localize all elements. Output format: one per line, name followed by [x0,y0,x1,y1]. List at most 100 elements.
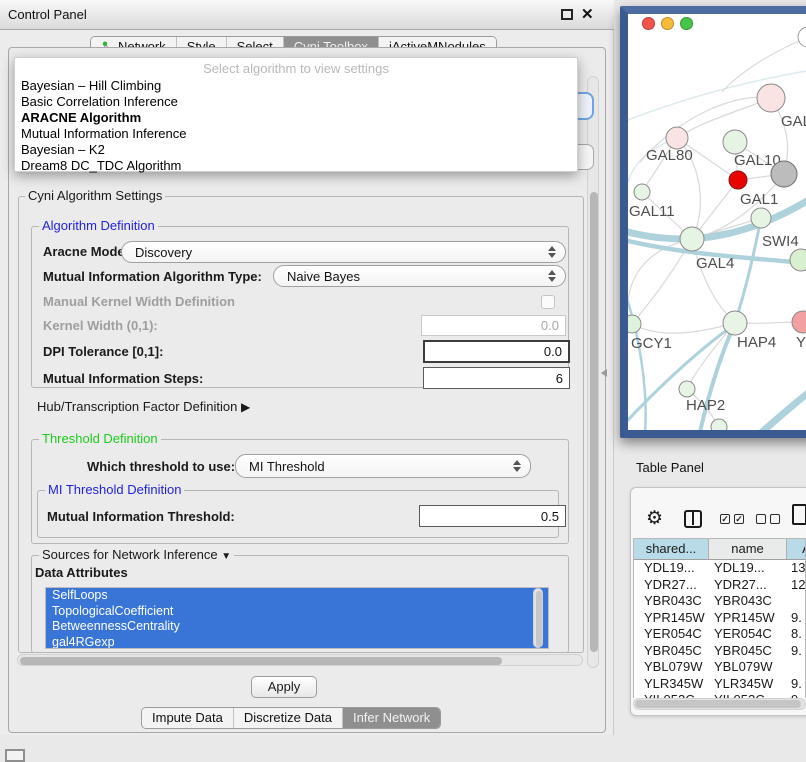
hub-definition-label: Hub/Transcription Factor Definition [37,399,237,414]
tab-discretize-data[interactable]: Discretize Data [233,708,342,728]
panel-splitter-handle[interactable] [601,369,607,377]
table-scrollbar-thumb[interactable] [635,700,801,708]
settings-gear-icon[interactable]: ⚙ [646,508,663,530]
network-node-gal1[interactable] [751,208,771,228]
cell[interactable]: 13 [787,560,805,577]
column-header-name[interactable]: name [709,539,787,559]
cell[interactable]: YBR045C [634,643,709,660]
kernel-width-label: Kernel Width (0,1): [43,315,158,337]
attributes-list-scrollbar[interactable] [533,588,543,648]
algorithm-option-bayesian-k2[interactable]: Bayesian – K2 [17,142,575,158]
column-header-a[interactable]: A [787,539,806,559]
attribute-item-topologicalcoefficient[interactable]: TopologicalCoefficient [46,604,548,620]
network-node-gal[interactable] [757,84,785,112]
tab-impute-data[interactable]: Impute Data [142,708,233,728]
chevron-right-icon: ▶ [241,400,250,414]
mi-steps-input[interactable] [423,367,570,389]
cell[interactable]: 12 [787,577,805,594]
network-node-hap4[interactable] [723,311,747,335]
table-body: YDL19...YDL19...13YDR27...YDR27...12YBR0… [634,560,805,698]
network-node-gcy1[interactable] [628,315,641,333]
network-node[interactable] [771,161,797,187]
network-node[interactable] [711,419,727,430]
network-node-y[interactable] [792,311,806,333]
node-label-swi4: SWI4 [762,233,799,250]
mi-threshold-input[interactable] [419,505,566,527]
cell[interactable] [787,593,805,610]
dpi-tolerance-input[interactable] [423,340,570,363]
panel-title: Control Panel [8,0,87,29]
cell[interactable]: YBR045C [709,643,787,660]
which-threshold-value: MI Threshold [249,455,325,478]
network-node-gal10[interactable] [723,130,747,154]
manual-kernel-label: Manual Kernel Width Definition [43,291,235,313]
cell[interactable] [787,659,805,676]
apply-button[interactable]: Apply [251,676,317,698]
cell[interactable]: 9. [787,676,805,693]
data-attributes-list[interactable]: SelfLoopsTopologicalCoefficientBetweenne… [45,587,549,649]
network-node[interactable] [729,171,747,189]
algorithm-dropdown-list: Bayesian – Hill ClimbingBasic Correlatio… [17,78,575,174]
chevron-updown-icon [513,460,521,472]
cell[interactable]: YBR043C [634,593,709,610]
table-header-row: shared...nameA [634,539,805,560]
algorithm-option-mutual-information-inference[interactable]: Mutual Information Inference [17,126,575,142]
algorithm-option-bayesian-hill-climbing[interactable]: Bayesian – Hill Climbing [17,78,575,94]
dpi-tolerance-label: DPI Tolerance [0,1]: [43,341,163,363]
settings-horizontal-scrollbar[interactable] [17,654,583,666]
cell[interactable]: YBR043C [709,593,787,610]
cell[interactable]: YDR27... [634,577,709,594]
threshold-definition-title: Threshold Definition [39,432,161,446]
cell[interactable]: YDL19... [634,560,709,577]
manual-kernel-checkbox[interactable] [541,295,555,309]
select-all-icon[interactable]: ✓✓ [720,514,744,524]
kernel-width-input[interactable] [421,315,566,336]
tab-infer-network[interactable]: Infer Network [342,708,440,728]
cell[interactable]: YER054C [709,626,787,643]
cell[interactable]: YPR145W [709,610,787,627]
network-view-window[interactable]: GALGAL80GAL10GAL1GAL11SWI4GAL4GCY1HAP4YH… [620,6,806,438]
table-row-1: YDR27...YDR27...12 [634,577,805,594]
mi-type-select[interactable]: Naive Bayes [273,265,566,287]
cell[interactable]: YLR345W [634,676,709,693]
hub-definition-expander[interactable]: Hub/Transcription Factor Definition ▶ [37,396,250,418]
cell[interactable]: YPR145W [634,610,709,627]
deselect-all-icon[interactable] [756,514,780,524]
node-label-gal80: GAL80 [646,147,693,164]
aracne-mode-select[interactable]: Discovery [121,241,566,263]
attribute-item-selfloops[interactable]: SelfLoops [46,588,548,604]
network-node-gal80[interactable] [666,127,688,149]
minimized-panel-icon[interactable] [5,749,25,762]
cell[interactable]: 9. [787,643,805,660]
float-panel-icon[interactable] [561,9,573,20]
algorithm-option-aracne-algorithm[interactable]: ARACNE Algorithm [17,110,575,126]
node-label-gal1: GAL1 [740,191,778,208]
which-threshold-select[interactable]: MI Threshold [235,454,531,478]
close-icon[interactable]: ✕ [581,5,594,25]
cell[interactable]: YBL079W [709,659,787,676]
network-node-gal4[interactable] [680,227,704,251]
column-header-shared[interactable]: shared... [634,539,709,559]
cell[interactable]: 9. [787,610,805,627]
network-node-swi4[interactable] [790,249,806,271]
cell[interactable]: YER054C [634,626,709,643]
network-canvas[interactable]: GALGAL80GAL10GAL1GAL11SWI4GAL4GCY1HAP4YH… [628,14,806,430]
cell[interactable]: 8. [787,626,805,643]
mi-threshold-group-title: MI Threshold Definition [45,483,184,497]
network-node[interactable] [798,27,806,47]
attribute-item-gal4rgexp[interactable]: gal4RGexp [46,635,548,650]
cell[interactable]: YLR345W [709,676,787,693]
cell[interactable]: YDR27... [709,577,787,594]
cell[interactable]: YDL19... [709,560,787,577]
cell[interactable]: YBL079W [634,659,709,676]
network-node-gal11[interactable] [634,184,650,200]
which-threshold-label: Which threshold to use: [87,456,235,478]
column-layout-icon[interactable] [684,510,702,528]
export-table-icon[interactable] [792,504,806,525]
attribute-item-betweennesscentrality[interactable]: BetweennessCentrality [46,619,548,635]
aracne-mode-label: Aracne Mode: [43,241,129,263]
chevron-updown-icon [548,246,556,258]
algorithm-option-dream8-dc-tdc-algorithm[interactable]: Dream8 DC_TDC Algorithm [17,158,575,174]
algorithm-option-basic-correlation-inference[interactable]: Basic Correlation Inference [17,94,575,110]
network-node-hap2[interactable] [679,381,695,397]
